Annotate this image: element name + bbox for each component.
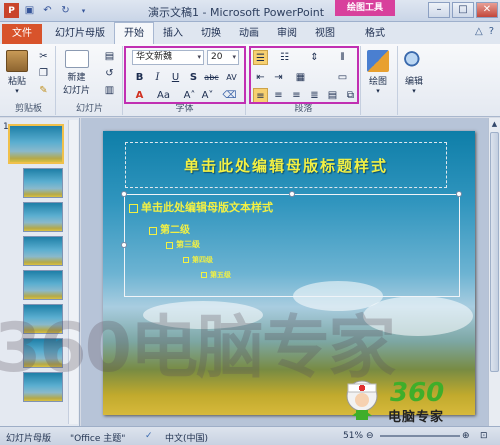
reset-icon[interactable]: ↺ — [102, 66, 117, 81]
ribbon: 粘贴 ▾ ✂ ❐ ✎ 剪贴板 新建 幻灯片 ▤ ↺ ▥ 幻灯片 华文新魏 ▾ 20… — [0, 44, 500, 117]
tab-slide-master[interactable]: 幻灯片母版 — [46, 24, 114, 44]
window-title: 演示文稿1 - Microsoft PowerPoint — [148, 6, 325, 19]
help-icon[interactable]: ? — [489, 26, 494, 37]
scroll-up-icon[interactable]: ▲ — [489, 118, 500, 130]
spellcheck-icon[interactable]: ✓ — [145, 431, 153, 441]
font-highlight-frame — [124, 46, 246, 104]
customize-qat-icon[interactable]: ▾ — [76, 3, 91, 18]
drawing-button[interactable]: 绘图 ▾ — [367, 50, 389, 95]
ribbon-tabs: 文件 幻灯片母版 开始 插入 切换 动画 审阅 视图 格式 — [0, 22, 500, 44]
copy-icon[interactable]: ❐ — [36, 66, 51, 81]
new-slide-icon — [64, 50, 89, 68]
layout-thumbnail[interactable] — [23, 168, 63, 198]
tab-animations[interactable]: 动画 — [230, 24, 268, 44]
slide-canvas: 单击此处编辑母版标题样式 单击此处编辑母版文本样式 第二级 第三级 第四级 第五… — [81, 118, 488, 426]
drawing-tools-context-tab: 绘图工具 — [335, 0, 395, 16]
clipboard-group: 粘贴 ▾ ✂ ❐ ✎ 剪贴板 — [2, 46, 56, 115]
status-bar: 幻灯片母版 "Office 主题" ✓ 中文(中国) 51% ⊖ ⊕ ⊡ — [0, 426, 500, 445]
resize-handle[interactable] — [121, 191, 127, 197]
text-level-1: 单击此处编辑母版文本样式 — [129, 199, 273, 215]
redo-icon[interactable]: ↻ — [58, 3, 73, 18]
tab-home[interactable]: 开始 — [114, 22, 154, 44]
shapes-icon — [367, 50, 389, 72]
title-placeholder[interactable]: 单击此处编辑母版标题样式 — [125, 142, 447, 188]
find-icon — [403, 50, 425, 72]
resize-handle[interactable] — [289, 191, 295, 197]
layout-thumbnail[interactable] — [23, 372, 63, 402]
paragraph-highlight-frame — [249, 46, 359, 104]
app-icon[interactable]: P — [4, 3, 19, 18]
text-level-2: 第二级 — [149, 221, 190, 236]
body-text-placeholder[interactable]: 单击此处编辑母版文本样式 第二级 第三级 第四级 第五级 — [121, 191, 462, 297]
paste-button[interactable]: 粘贴 ▾ — [6, 50, 28, 95]
paste-icon — [6, 50, 28, 72]
quick-access-toolbar: P ▣ ↶ ↻ ▾ — [4, 3, 91, 18]
tab-review[interactable]: 审阅 — [268, 24, 306, 44]
cut-icon[interactable]: ✂ — [36, 49, 51, 64]
tab-insert[interactable]: 插入 — [154, 24, 192, 44]
drawing-group: 绘图 ▾ — [362, 46, 398, 115]
title-bar: P ▣ ↶ ↻ ▾ 演示文稿1 - Microsoft PowerPoint 绘… — [0, 0, 500, 22]
undo-icon[interactable]: ↶ — [40, 3, 55, 18]
slide-master[interactable]: 单击此处编辑母版标题样式 单击此处编辑母版文本样式 第二级 第三级 第四级 第五… — [103, 131, 475, 415]
maximize-button[interactable]: □ — [452, 2, 474, 18]
slides-group: 新建 幻灯片 ▤ ↺ ▥ 幻灯片 — [57, 46, 123, 115]
tab-transitions[interactable]: 切换 — [192, 24, 230, 44]
layout-icon[interactable]: ▤ — [102, 49, 117, 64]
text-level-4: 第四级 — [183, 255, 213, 265]
save-icon[interactable]: ▣ — [22, 3, 37, 18]
layout-thumbnail[interactable] — [23, 202, 63, 232]
tab-format[interactable]: 格式 — [356, 24, 394, 44]
close-button[interactable]: ✕ — [476, 2, 498, 18]
tab-file[interactable]: 文件 — [2, 24, 42, 44]
view-status: 幻灯片母版 — [6, 434, 52, 444]
editing-button[interactable]: 编辑 ▾ — [403, 50, 425, 95]
editing-group: 编辑 ▾ — [399, 46, 433, 115]
minimize-button[interactable]: – — [428, 2, 450, 18]
layout-thumbnail[interactable] — [23, 236, 63, 266]
format-painter-icon[interactable]: ✎ — [36, 83, 51, 98]
scroll-thumb[interactable] — [490, 132, 499, 372]
language-status[interactable]: 中文(中国) — [165, 431, 208, 444]
new-slide-button[interactable]: 新建 幻灯片 — [63, 50, 90, 96]
layout-thumbnail[interactable] — [23, 270, 63, 300]
fit-slide-icon[interactable]: ⊡ — [480, 431, 488, 441]
layout-thumbnail[interactable] — [23, 304, 63, 334]
resize-handle[interactable] — [121, 242, 127, 248]
text-level-5: 第五级 — [201, 270, 231, 280]
tab-view[interactable]: 视图 — [306, 24, 344, 44]
zoom-in-icon[interactable]: ⊕ — [462, 431, 470, 441]
vertical-scrollbar[interactable]: ▲ — [488, 118, 500, 426]
layout-thumbnail[interactable] — [23, 338, 63, 368]
section-icon[interactable]: ▥ — [102, 83, 117, 98]
zoom-slider[interactable] — [380, 435, 460, 437]
slide-title: 单击此处编辑母版标题样式 — [183, 157, 388, 175]
resize-handle[interactable] — [456, 191, 462, 197]
zoom-level[interactable]: 51% — [343, 431, 363, 441]
theme-status: "Office 主题" — [70, 434, 126, 444]
pane-scrollbar[interactable] — [68, 120, 78, 424]
minimize-ribbon-icon[interactable]: △ — [475, 26, 483, 37]
slide-master-thumbnail[interactable] — [8, 124, 64, 164]
slide-thumbnail-pane: 1 — [0, 118, 80, 426]
zoom-out-icon[interactable]: ⊖ — [366, 431, 374, 441]
text-level-3: 第三级 — [166, 239, 200, 250]
